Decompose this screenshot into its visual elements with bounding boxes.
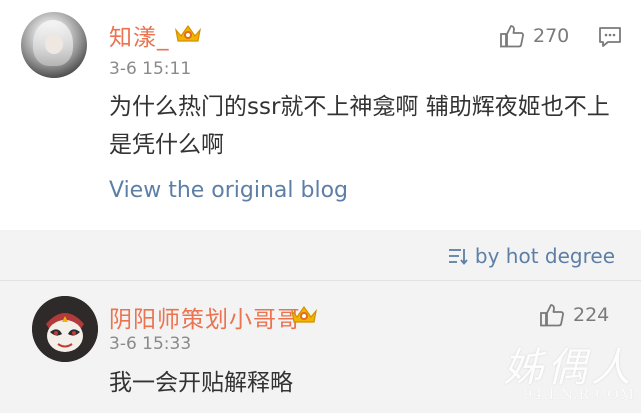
avatar[interactable] xyxy=(32,296,98,362)
thumb-up-icon xyxy=(500,25,524,48)
mask-avatar-art xyxy=(32,296,98,362)
vip-crown-icon xyxy=(291,305,317,323)
avatar[interactable] xyxy=(21,12,87,78)
post-card: 知漾_ 3-6 15:11 为什么热门的ssr就不上神龛啊 辅助辉夜姬也不上是凭… xyxy=(0,0,641,230)
vip-crown-icon xyxy=(175,24,201,42)
post-timestamp: 3-6 15:11 xyxy=(109,59,192,79)
view-original-blog-link[interactable]: View the original blog xyxy=(109,178,348,203)
comment-content: 我一会开贴解释略 xyxy=(109,370,293,396)
comment-timestamp: 3-6 15:33 xyxy=(109,334,192,354)
post-like-count: 270 xyxy=(533,25,570,47)
comment-like-count: 224 xyxy=(573,304,610,326)
sort-toggle[interactable]: by hot degree xyxy=(448,244,615,268)
watermark-line1: 姊偶人 xyxy=(503,345,635,391)
thumb-up-icon xyxy=(540,304,564,327)
avatar-face xyxy=(45,34,63,54)
watermark-line2: 94.I.N.R.COM xyxy=(523,387,635,403)
post-content: 为什么热门的ssr就不上神龛啊 辅助辉夜姬也不上是凭什么啊 xyxy=(109,94,610,158)
comment-icon[interactable] xyxy=(598,26,622,48)
comment-username[interactable]: 阴阳师策划小哥哥 xyxy=(109,300,301,334)
comment-like-button[interactable]: 224 xyxy=(539,302,609,328)
post-username[interactable]: 知漾_ xyxy=(109,18,170,52)
watermark: 姊偶人 94.I.N.R.COM xyxy=(503,335,635,403)
sort-icon xyxy=(448,249,468,265)
divider xyxy=(0,280,641,281)
post-like-button[interactable]: 270 xyxy=(499,23,569,49)
sort-label: by hot degree xyxy=(474,244,615,268)
